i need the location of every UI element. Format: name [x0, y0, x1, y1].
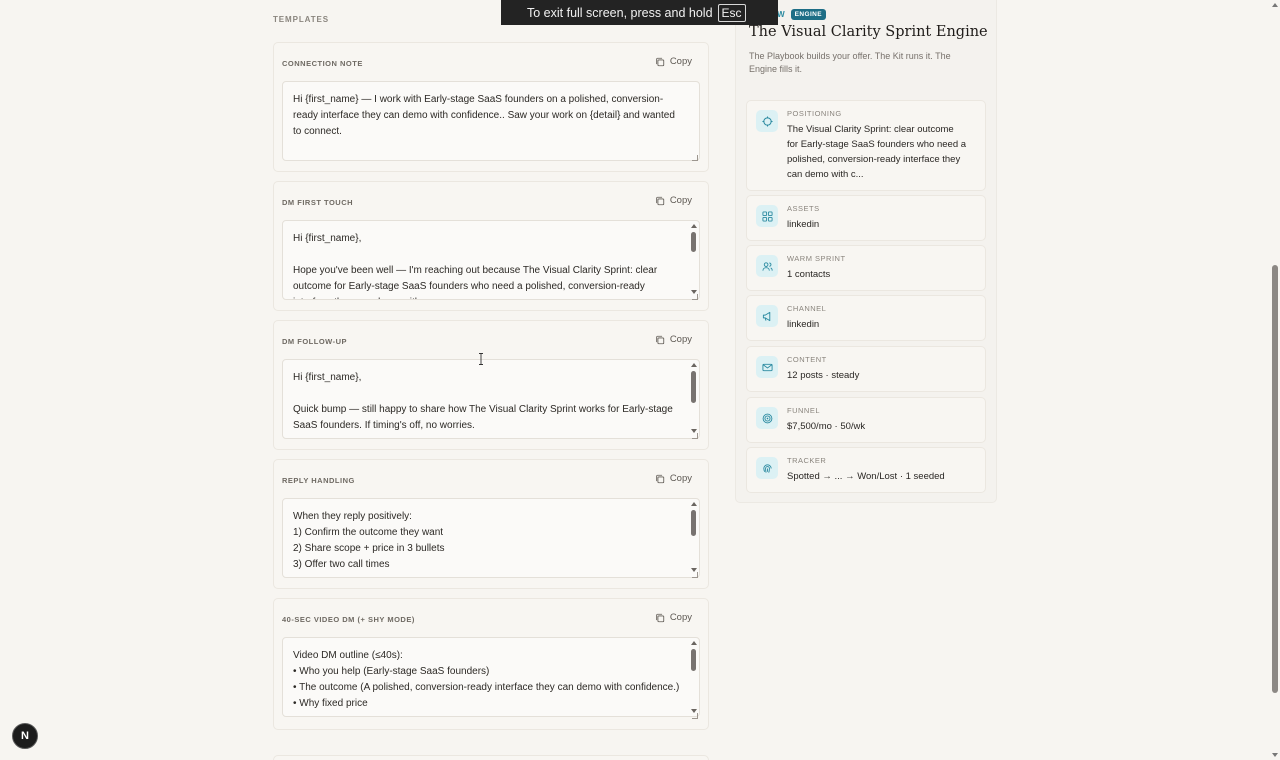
template-textarea[interactable]: When they reply positively: 1) Confirm t…: [282, 498, 700, 578]
step-label: POSITIONING: [787, 109, 842, 118]
template-title: REPLY HANDLING: [282, 476, 355, 485]
step-value: 1 contacts: [787, 269, 831, 280]
fullscreen-exit-banner: To exit full screen, press and hold Esc: [501, 0, 778, 25]
resize-grip[interactable]: [692, 713, 698, 719]
users-icon: [756, 255, 778, 277]
fullscreen-banner-text: To exit full screen, press and hold: [527, 5, 713, 20]
panel-subtitle: The Playbook builds your offer. The Kit …: [749, 51, 951, 74]
copy-label: Copy: [669, 473, 692, 484]
template-card-dm-first-touch: DM FIRST TOUCH Copy Hi {first_name}, Hop…: [273, 181, 709, 311]
textarea-scrollbar[interactable]: [690, 502, 698, 572]
template-card-connection-note: CONNECTION NOTE Copy Hi {first_name} — I…: [273, 42, 709, 172]
step-value: linkedin: [787, 319, 820, 330]
step-content[interactable]: CONTENT 12 posts · steady: [746, 346, 986, 392]
grid-icon: [756, 205, 778, 227]
panel-title: The Visual Clarity Sprint Engine: [749, 24, 988, 40]
step-channel[interactable]: CHANNEL linkedin: [746, 295, 986, 341]
copy-button[interactable]: Copy: [655, 612, 692, 623]
resize-grip[interactable]: [692, 572, 698, 578]
scroll-up-arrow[interactable]: [691, 502, 697, 506]
fingerprint-icon: [756, 457, 778, 479]
scroll-thumb[interactable]: [691, 510, 696, 536]
dev-tools-badge[interactable]: N: [12, 723, 38, 749]
copy-label: Copy: [669, 334, 692, 345]
textarea-scrollbar[interactable]: [690, 363, 698, 433]
step-label: ASSETS: [787, 204, 820, 213]
template-textarea[interactable]: Hi {first_name}, Hope you've been well —…: [282, 220, 700, 300]
step-assets[interactable]: ASSETS linkedin: [746, 195, 986, 241]
scroll-thumb[interactable]: [691, 649, 696, 671]
page-scroll-up-arrow[interactable]: [1272, 3, 1278, 7]
step-label: TRACKER: [787, 456, 827, 465]
resize-grip[interactable]: [692, 155, 698, 161]
template-textarea[interactable]: Hi {first_name}, Quick bump — still happ…: [282, 359, 700, 439]
template-card-reply-handling: REPLY HANDLING Copy When they reply posi…: [273, 459, 709, 589]
template-card-dm-follow-up: DM FOLLOW-UP Copy Hi {first_name}, Quick…: [273, 320, 709, 450]
scroll-thumb[interactable]: [691, 371, 696, 403]
copy-label: Copy: [669, 195, 692, 206]
copy-button[interactable]: Copy: [655, 195, 692, 206]
template-title: DM FOLLOW-UP: [282, 337, 348, 346]
copy-icon: [656, 196, 664, 205]
step-label: WARM SPRINT: [787, 254, 846, 263]
bullseye-icon: [756, 407, 778, 429]
step-funnel[interactable]: FUNNEL $7,500/mo · 50/wk: [746, 397, 986, 443]
copy-label: Copy: [669, 56, 692, 67]
template-card-video-dm: 40-SEC VIDEO DM (+ SHY MODE) Copy Video …: [273, 598, 709, 730]
scroll-up-arrow[interactable]: [691, 363, 697, 367]
template-textarea[interactable]: Video DM outline (≤40s): • Who you help …: [282, 637, 700, 717]
template-title: DM FIRST TOUCH: [282, 198, 354, 207]
copy-button[interactable]: Copy: [655, 473, 692, 484]
step-warm-sprint[interactable]: WARM SPRINT 1 contacts: [746, 245, 986, 291]
step-value: The Visual Clarity Sprint: clear outcome…: [787, 124, 967, 180]
engine-badge: ENGINE: [790, 9, 826, 20]
step-value: $7,500/mo · 50/wk: [787, 421, 866, 432]
template-textarea[interactable]: Hi {first_name} — I work with Early-stag…: [282, 81, 700, 161]
step-label: CONTENT: [787, 355, 827, 364]
mail-icon: [756, 356, 778, 378]
text-cursor-icon: [479, 353, 483, 365]
copy-button[interactable]: Copy: [655, 56, 692, 67]
step-value: linkedin: [787, 219, 820, 230]
step-value: Spotted → ... → Won/Lost · 1 seeded: [787, 471, 945, 482]
esc-key: Esc: [717, 3, 746, 22]
step-label: CHANNEL: [787, 304, 827, 313]
step-value: 12 posts · steady: [787, 370, 860, 381]
template-title: 40-SEC VIDEO DM (+ SHY MODE): [282, 615, 415, 624]
copy-label: Copy: [669, 612, 692, 623]
megaphone-icon: [756, 305, 778, 327]
copy-icon: [656, 335, 664, 344]
copy-button[interactable]: Copy: [655, 334, 692, 345]
resize-grip[interactable]: [692, 433, 698, 439]
templates-section-label: TEMPLATES: [273, 15, 329, 24]
copy-icon: [656, 57, 664, 66]
scroll-up-arrow[interactable]: [691, 641, 697, 645]
scroll-thumb[interactable]: [691, 232, 696, 252]
page-scroll-down-arrow[interactable]: [1272, 753, 1278, 757]
copy-icon: [656, 474, 664, 483]
step-label: FUNNEL: [787, 406, 821, 415]
resize-grip[interactable]: [692, 294, 698, 300]
textarea-scrollbar[interactable]: [690, 641, 698, 713]
copy-icon: [656, 613, 664, 622]
template-title: CONNECTION NOTE: [282, 59, 363, 68]
textarea-scrollbar[interactable]: [690, 224, 698, 294]
page-scrollbar[interactable]: [1270, 0, 1280, 760]
step-positioning[interactable]: POSITIONING The Visual Clarity Sprint: c…: [746, 100, 986, 191]
target-icon: [756, 110, 778, 132]
scroll-up-arrow[interactable]: [691, 224, 697, 228]
next-template-card: [273, 755, 709, 760]
step-tracker[interactable]: TRACKER Spotted → ... → Won/Lost · 1 see…: [746, 447, 986, 493]
page-scroll-thumb[interactable]: [1272, 265, 1278, 693]
